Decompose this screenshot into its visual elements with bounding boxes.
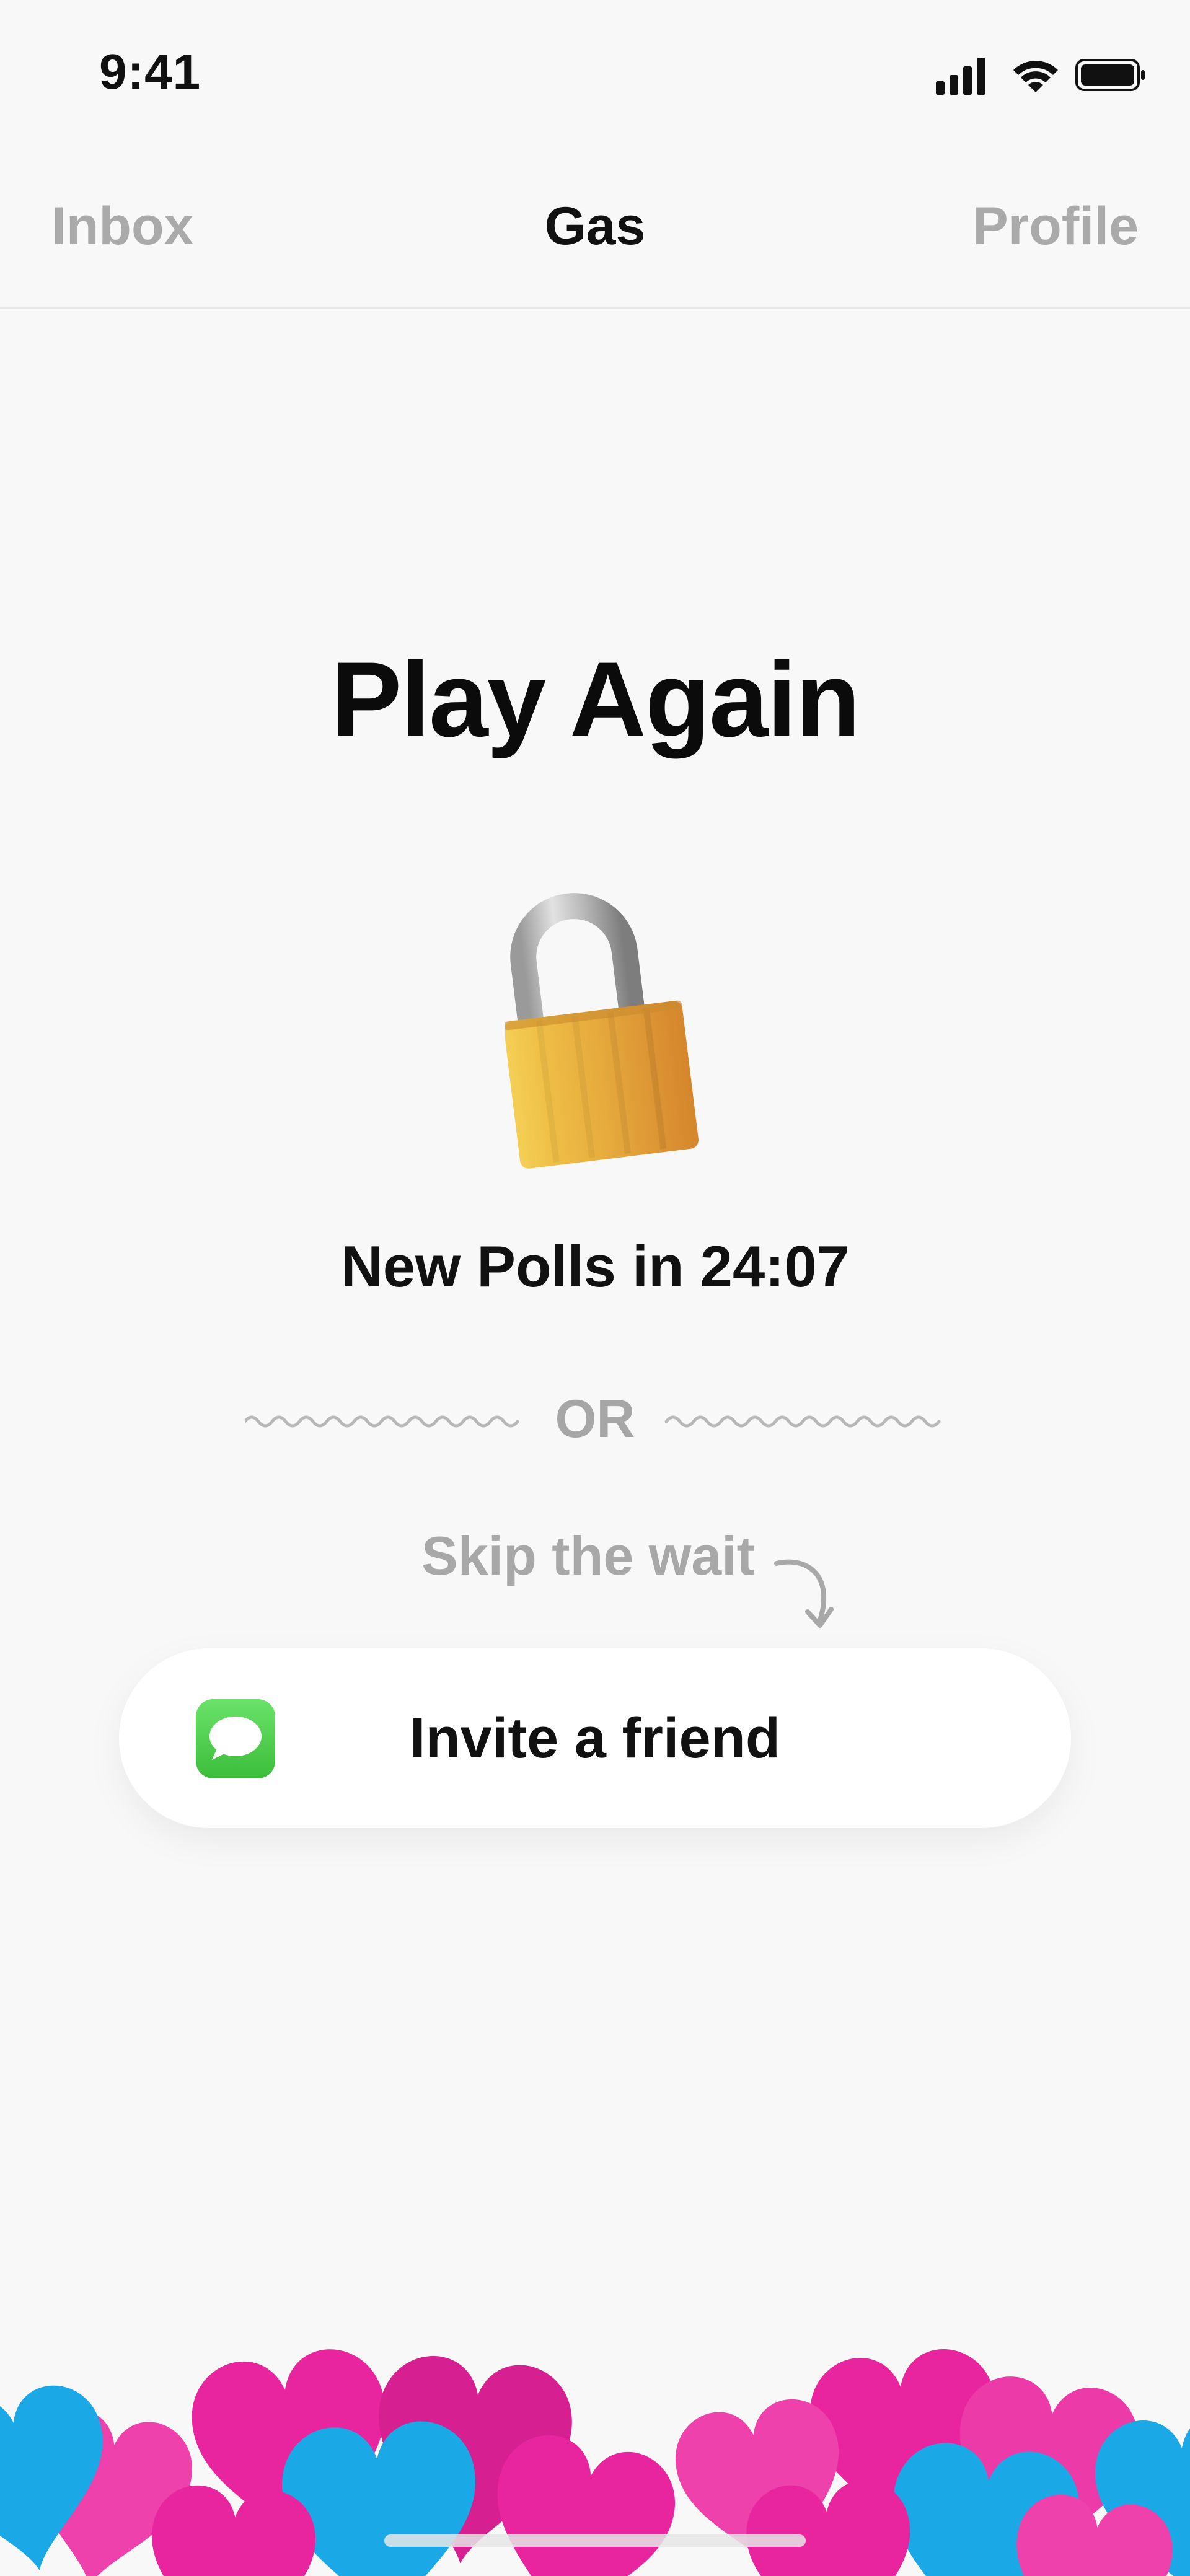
page-title: Play Again xyxy=(330,640,860,759)
home-indicator[interactable] xyxy=(384,2534,806,2547)
countdown-text: New Polls in 24:07 xyxy=(340,1234,850,1299)
signal-icon xyxy=(936,58,985,95)
top-nav: Inbox Gas Profile xyxy=(0,146,1190,309)
curved-arrow-icon xyxy=(774,1559,834,1628)
tab-inbox[interactable]: Inbox xyxy=(51,189,193,263)
status-icons xyxy=(936,58,1145,95)
or-label: OR xyxy=(555,1389,635,1449)
wifi-icon xyxy=(1013,61,1058,92)
tab-gas[interactable]: Gas xyxy=(545,196,646,256)
invite-friend-button[interactable]: Invite a friend xyxy=(119,1648,1071,1828)
tab-profile[interactable]: Profile xyxy=(972,189,1139,263)
status-time: 9:41 xyxy=(99,44,201,99)
skip-wait-text: Skip the wait xyxy=(421,1525,755,1586)
invite-friend-label: Invite a friend xyxy=(409,1707,781,1770)
battery-icon xyxy=(1075,59,1145,91)
lock-icon xyxy=(505,893,699,1169)
status-bar: 9:41 xyxy=(0,0,1190,146)
